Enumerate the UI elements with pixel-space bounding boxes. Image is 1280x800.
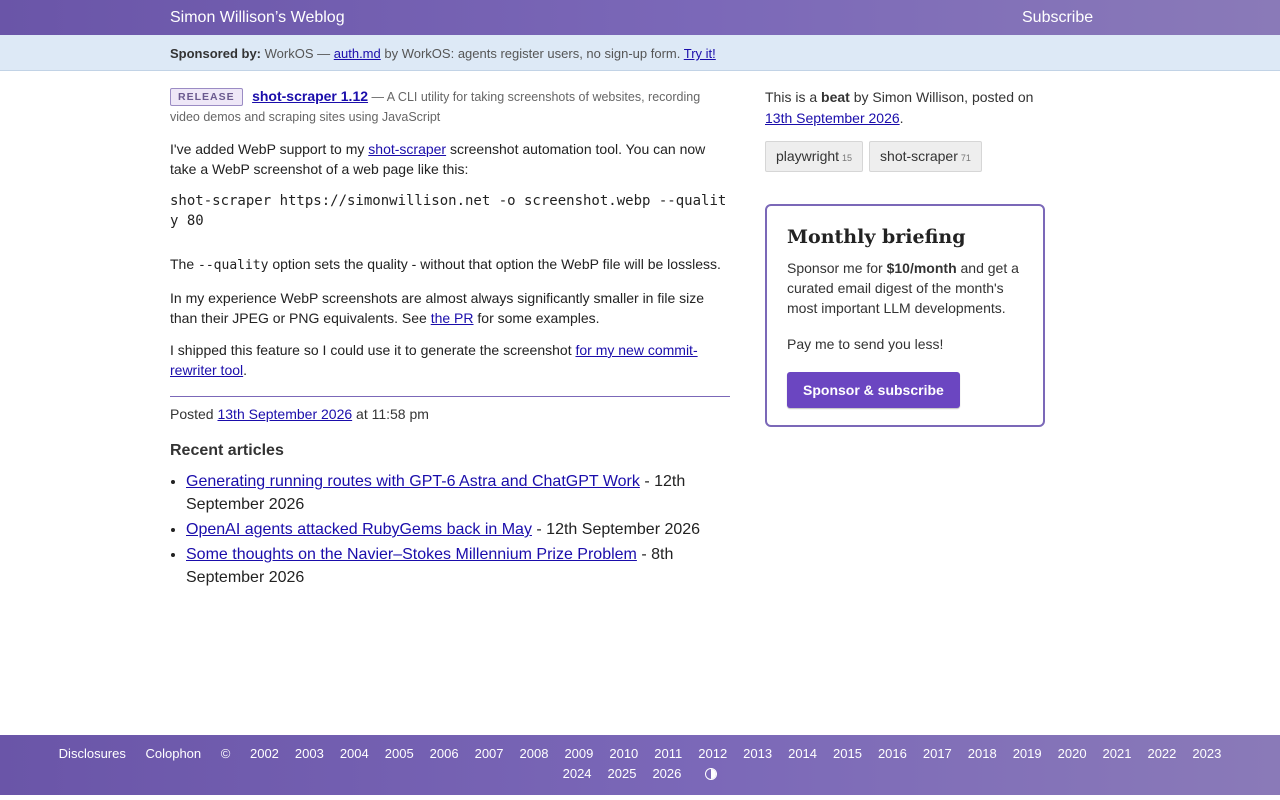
year-link-2007[interactable]: 2007 [475,746,504,761]
text: . [899,110,904,126]
tag-count: 15 [842,153,853,163]
year-link-2008[interactable]: 2008 [520,746,549,761]
beat-label: beat [821,89,850,105]
post-paragraph-3: In my experience WebP screenshots are al… [170,288,730,328]
sponsor-try-link[interactable]: Try it! [684,46,716,61]
year-link-2017[interactable]: 2017 [923,746,952,761]
release-title-link[interactable]: shot-scraper 1.12 [252,88,368,104]
footer-row-1: Disclosures Colophon © 2002 2003 2004 2005 2… [0,744,1280,764]
post-paragraph-2: The --quality option sets the quality - … [170,254,730,276]
text: Sponsor me for [787,260,883,276]
recent-article-link[interactable]: OpenAI agents attacked RubyGems back in … [186,521,532,538]
footer: Disclosures Colophon © 2002 2003 2004 2005 2… [0,735,1280,795]
pr-link[interactable]: the PR [431,310,474,326]
site-title-link[interactable]: Simon Willison’s Weblog [170,9,345,27]
year-link-2013[interactable]: 2013 [743,746,772,761]
year-link-2026[interactable]: 2026 [652,766,681,781]
text: option sets the quality - without that o… [272,256,721,272]
beat-date-link[interactable]: 13th September 2026 [765,110,900,126]
year-link-2009[interactable]: 2009 [564,746,593,761]
tag-count: 71 [960,153,971,163]
beat-intro: This is a beat by Simon Willison, posted… [765,87,1045,129]
release-badge: RELEASE [170,88,243,106]
year-link-2015[interactable]: 2015 [833,746,862,761]
year-link-2005[interactable]: 2005 [385,746,414,761]
year-link-2024[interactable]: 2024 [563,766,592,781]
briefing-tagline: Pay me to send you less! [787,336,944,352]
contrast-icon[interactable] [705,768,718,780]
sponsor-description: by WorkOS: agents register users, no sig… [384,46,681,61]
post-paragraph-1: I've added WebP support to my shot-scrap… [170,139,730,179]
posted-info: Posted 13th September 2026 at 11:58 pm [170,404,730,424]
briefing-title: Monthly briefing [787,226,966,248]
post-paragraph-4: I shipped this feature so I could use it… [170,340,730,380]
text: I shipped this feature so I could use it… [170,342,572,358]
text: This is a [765,89,818,105]
tag-playwright[interactable]: playwright 15 [765,141,864,172]
tag-name: playwright [776,148,840,164]
text: I've added WebP support to my [170,141,365,157]
year-link-2004[interactable]: 2004 [340,746,369,761]
main-content: RELEASE shot-scraper 1.12 — A CLI utilit… [170,86,730,591]
tag-list: playwright 15 shot-scraper 71 [765,141,1045,172]
year-link-2025[interactable]: 2025 [608,766,637,781]
sponsor-subscribe-button[interactable]: Sponsor & subscribe [787,372,960,408]
year-link-2020[interactable]: 2020 [1058,746,1087,761]
copyright-symbol: © [220,746,231,761]
year-link-2019[interactable]: 2019 [1013,746,1042,761]
recent-article-link[interactable]: Some thoughts on the Navier–Stokes Mille… [186,546,637,563]
briefing-text: Sponsor me for $10/month and get a curat… [787,258,1023,318]
recent-article-date: - 12th September 2026 [536,521,701,538]
tag-shot-scraper[interactable]: shot-scraper 71 [869,141,982,172]
text: . [243,362,248,378]
year-link-2016[interactable]: 2016 [878,746,907,761]
sponsor-auth-link[interactable]: auth.md [334,46,381,61]
release-description: — A CLI utility for taking screenshots o… [170,90,701,124]
year-link-2012[interactable]: 2012 [698,746,727,761]
list-item: Some thoughts on the Navier–Stokes Mille… [186,543,730,589]
sponsor-text: Sponsored by: WorkOS — auth.md by WorkOS… [170,46,716,61]
year-link-2021[interactable]: 2021 [1103,746,1132,761]
top-nav-bar: Simon Willison’s Weblog Subscribe [0,0,1280,35]
recent-articles-list: Generating running routes with GPT-6 Ast… [170,470,730,589]
colophon-link[interactable]: Colophon [145,746,201,761]
shot-scraper-link[interactable]: shot-scraper [368,141,446,157]
year-link-2006[interactable]: 2006 [430,746,459,761]
posted-time: at 11:58 pm [356,406,429,422]
posted-label: Posted [170,406,214,422]
monthly-briefing-card: Monthly briefing Sponsor me for $10/mont… [765,204,1045,427]
posted-date-link[interactable]: 13th September 2026 [217,406,352,422]
sidebar: This is a beat by Simon Willison, posted… [765,87,1045,427]
sponsor-company: WorkOS — [264,46,331,61]
footer-row-2: 2024 2025 2026 [0,764,1280,784]
release-header: RELEASE shot-scraper 1.12 — A CLI utilit… [170,86,730,127]
year-link-2018[interactable]: 2018 [968,746,997,761]
sponsor-label: Sponsored by: [170,46,262,61]
code-snippet: shot-scraper https://simonwillison.net -… [170,193,727,229]
briefing-price: $10/month [886,260,957,276]
text: by Simon Willison, posted on [853,89,1034,105]
divider [170,396,730,397]
list-item: OpenAI agents attacked RubyGems back in … [186,518,730,541]
recent-articles-heading: Recent articles [170,442,284,459]
year-link-2014[interactable]: 2014 [788,746,817,761]
list-item: Generating running routes with GPT-6 Ast… [186,470,730,516]
sponsor-banner: Sponsored by: WorkOS — auth.md by WorkOS… [0,35,1280,71]
year-link-2011[interactable]: 2011 [654,746,682,761]
recent-article-link[interactable]: Generating running routes with GPT-6 Ast… [186,473,640,490]
subscribe-link[interactable]: Subscribe [1022,9,1093,27]
tag-name: shot-scraper [880,148,958,164]
year-link-2003[interactable]: 2003 [295,746,324,761]
year-link-2022[interactable]: 2022 [1147,746,1176,761]
year-link-2023[interactable]: 2023 [1192,746,1221,761]
disclosures-link[interactable]: Disclosures [59,746,126,761]
year-link-2010[interactable]: 2010 [609,746,638,761]
text: for some examples. [477,310,600,326]
text: The [170,256,195,272]
year-link-2002[interactable]: 2002 [250,746,279,761]
inline-code: --quality [198,258,269,273]
